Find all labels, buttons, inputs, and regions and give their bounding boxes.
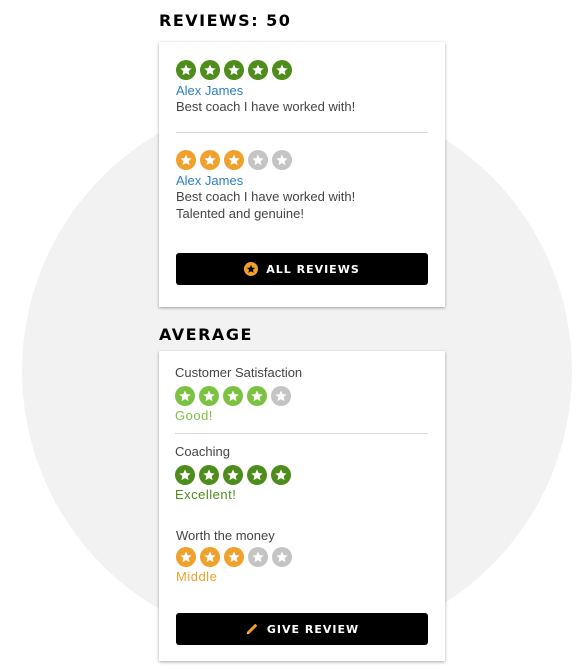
review-text: Best coach I have worked with! <box>176 99 356 114</box>
divider <box>175 433 428 434</box>
category-label: Coaching <box>175 444 230 459</box>
star-icon <box>224 60 244 80</box>
category-stars <box>176 547 292 567</box>
rating-category: Coaching Excellent! <box>175 444 291 502</box>
star-icon <box>224 150 244 170</box>
star-icon <box>200 150 220 170</box>
give-review-button[interactable]: GIVE REVIEW <box>176 613 428 645</box>
reviews-card: Alex James Best coach I have worked with… <box>159 42 445 307</box>
all-reviews-button[interactable]: ALL REVIEWS <box>176 253 428 285</box>
review-item: Alex James Best coach I have worked with… <box>176 60 355 115</box>
review-stars <box>176 150 355 170</box>
star-icon <box>247 386 267 406</box>
review-item: Alex James Best coach I have worked with… <box>176 150 355 222</box>
category-verdict: Excellent! <box>175 487 237 502</box>
star-icon <box>199 465 219 485</box>
star-icon <box>176 547 196 567</box>
category-label: Worth the money <box>176 528 275 543</box>
star-icon <box>224 547 244 567</box>
star-icon <box>200 60 220 80</box>
category-verdict: Good! <box>175 408 213 423</box>
star-icon <box>247 465 267 485</box>
divider <box>176 132 428 133</box>
review-author[interactable]: Alex James <box>176 83 355 98</box>
star-icon <box>271 386 291 406</box>
average-heading: AVERAGE <box>159 325 253 344</box>
category-label: Customer Satisfaction <box>175 365 303 380</box>
star-icon <box>272 60 292 80</box>
star-icon <box>248 547 268 567</box>
star-icon <box>248 150 268 170</box>
star-icon <box>272 150 292 170</box>
star-icon <box>272 547 292 567</box>
average-card: Customer Satisfaction Good! Coaching Exc… <box>159 351 445 661</box>
review-author[interactable]: Alex James <box>176 173 355 188</box>
category-stars <box>175 386 302 406</box>
category-stars <box>175 465 291 485</box>
review-stars <box>176 60 355 80</box>
star-icon <box>175 465 195 485</box>
review-text: Best coach I have worked with! <box>176 189 356 204</box>
star-icon <box>271 465 291 485</box>
give-review-label: GIVE REVIEW <box>266 622 360 636</box>
star-icon <box>199 386 219 406</box>
category-verdict: Middle <box>176 569 218 584</box>
star-icon <box>223 465 243 485</box>
pencil-icon <box>245 622 259 636</box>
star-icon <box>176 150 196 170</box>
star-icon <box>248 60 268 80</box>
all-reviews-label: ALL REVIEWS <box>266 262 360 276</box>
review-text: Talented and genuine! <box>176 206 304 221</box>
rating-category: Worth the money Middle <box>176 528 292 584</box>
star-icon <box>175 386 195 406</box>
star-icon <box>200 547 220 567</box>
rating-category: Customer Satisfaction Good! <box>175 365 302 423</box>
star-icon <box>176 60 196 80</box>
star-icon <box>223 386 243 406</box>
star-badge-icon <box>244 262 259 276</box>
reviews-heading: REVIEWS: 50 <box>159 11 292 30</box>
